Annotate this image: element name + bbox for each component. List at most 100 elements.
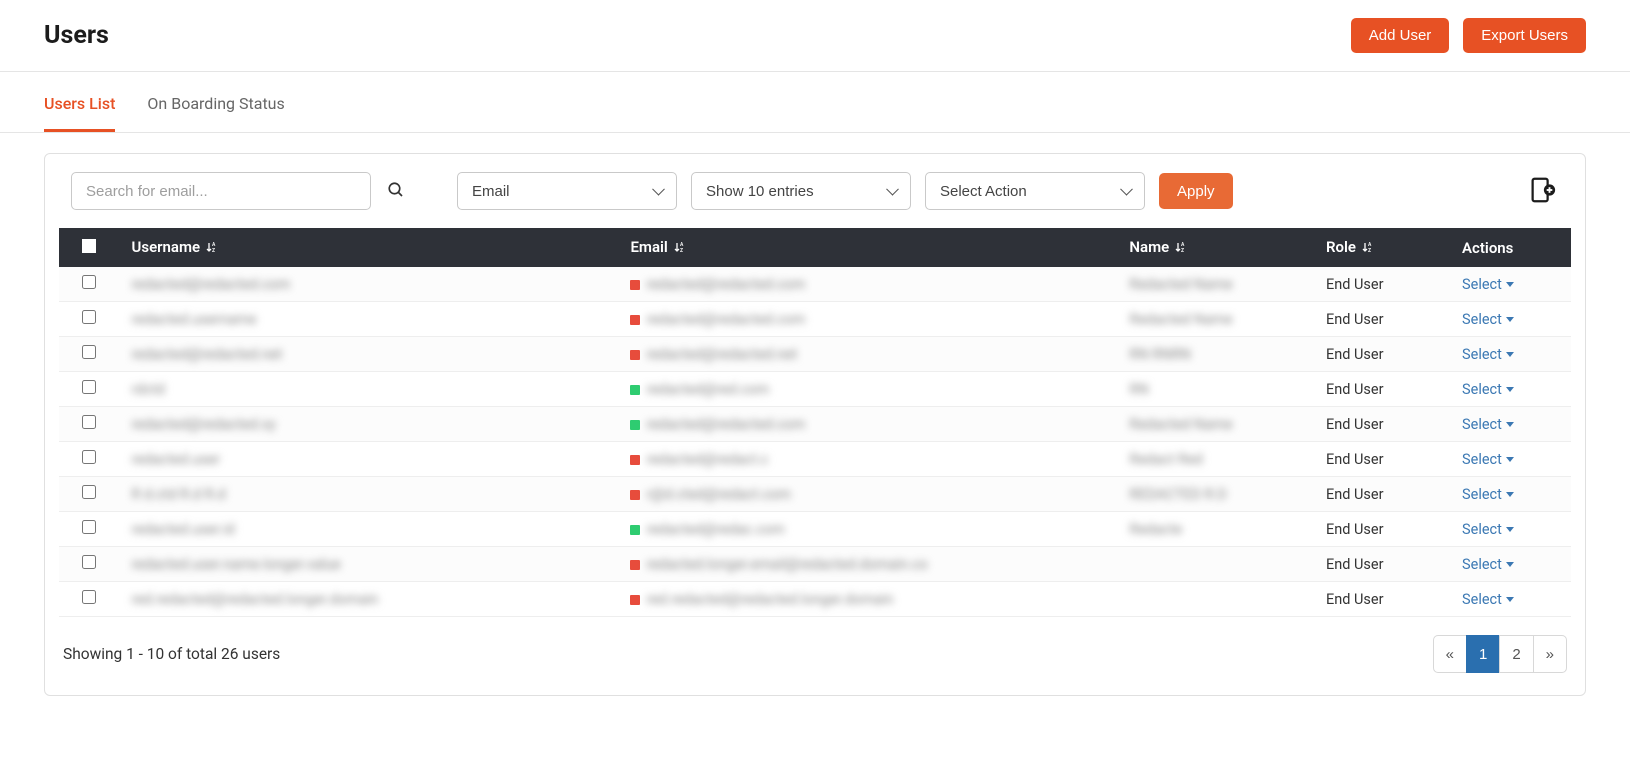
row-checkbox[interactable]	[82, 380, 96, 394]
status-dot	[630, 385, 640, 395]
caret-down-icon	[1506, 492, 1514, 497]
row-action-select[interactable]: Select	[1462, 591, 1514, 608]
th-username-label: Username	[132, 238, 201, 256]
add-quick-button[interactable]	[1525, 173, 1559, 210]
cell-username: rdctd	[132, 381, 165, 398]
cell-role: End User	[1326, 276, 1384, 293]
status-dot	[630, 420, 640, 430]
cell-username: red.redacted@redacted.longer.domain	[132, 591, 379, 608]
status-dot	[630, 455, 640, 465]
row-checkbox[interactable]	[82, 345, 96, 359]
th-email[interactable]: Email AZ	[618, 228, 1117, 267]
cell-name: Redact Red	[1129, 451, 1202, 468]
sort-icon: AZ	[1362, 239, 1374, 257]
cell-role: End User	[1326, 591, 1384, 608]
cell-username: redacted.user	[132, 451, 221, 468]
add-device-icon	[1527, 175, 1557, 205]
tab-onboarding-status[interactable]: On Boarding Status	[147, 78, 284, 132]
cell-role: End User	[1326, 346, 1384, 363]
row-action-select[interactable]: Select	[1462, 311, 1514, 328]
cell-username: R d.ctd R.d R.d	[132, 486, 226, 503]
status-dot	[630, 595, 640, 605]
th-username[interactable]: Username AZ	[120, 228, 619, 267]
cell-name: RN RNRN	[1129, 346, 1190, 363]
page-2[interactable]: 2	[1499, 635, 1533, 673]
entries-select[interactable]: Show 10 entries	[691, 172, 911, 210]
cell-username: redacted.username	[132, 311, 257, 328]
svg-text:Z: Z	[680, 248, 683, 253]
status-dot	[630, 315, 640, 325]
add-user-button[interactable]: Add User	[1351, 18, 1450, 53]
pagination: « 1 2 »	[1434, 635, 1567, 673]
page-next[interactable]: »	[1533, 635, 1567, 673]
row-action-select[interactable]: Select	[1462, 381, 1514, 398]
cell-username: redacted.user.name.longer.value	[132, 556, 341, 573]
row-checkbox[interactable]	[82, 310, 96, 324]
row-action-select[interactable]: Select	[1462, 416, 1514, 433]
cell-role: End User	[1326, 451, 1384, 468]
th-actions: Actions	[1450, 228, 1571, 267]
cell-name: RN	[1129, 381, 1148, 398]
row-checkbox[interactable]	[82, 485, 96, 499]
table-row: redacted.usernameredacted@redacted.comRe…	[59, 302, 1571, 337]
cell-name: Redacted Name	[1129, 276, 1232, 293]
export-users-button[interactable]: Export Users	[1463, 18, 1586, 53]
action-select[interactable]: Select Action	[925, 172, 1145, 210]
sort-icon: AZ	[674, 239, 686, 257]
page-prev[interactable]: «	[1433, 635, 1467, 673]
status-dot	[630, 350, 640, 360]
row-checkbox[interactable]	[82, 590, 96, 604]
content-panel: Email Show 10 entries Select Action Appl…	[44, 153, 1586, 696]
th-checkbox	[59, 228, 120, 267]
row-checkbox[interactable]	[82, 555, 96, 569]
row-action-select[interactable]: Select	[1462, 276, 1514, 293]
row-action-select[interactable]: Select	[1462, 346, 1514, 363]
showing-text: Showing 1 - 10 of total 26 users	[63, 645, 280, 663]
tabs: Users List On Boarding Status	[0, 78, 1630, 133]
cell-email: red.redacted@redacted.longer.domain	[646, 591, 893, 608]
row-checkbox[interactable]	[82, 450, 96, 464]
svg-text:Z: Z	[1368, 248, 1371, 253]
page-header: Users Add User Export Users	[0, 0, 1630, 72]
row-action-select[interactable]: Select	[1462, 556, 1514, 573]
page-1[interactable]: 1	[1466, 635, 1500, 673]
status-dot	[630, 525, 640, 535]
row-action-select[interactable]: Select	[1462, 521, 1514, 538]
cell-email: r@d.cted@redact.com	[646, 486, 790, 503]
svg-text:Z: Z	[212, 248, 215, 253]
table-body: redacted@redacted.comredacted@redacted.c…	[59, 267, 1571, 617]
header-buttons: Add User Export Users	[1351, 18, 1586, 53]
cell-role: End User	[1326, 416, 1384, 433]
caret-down-icon	[1506, 352, 1514, 357]
th-name[interactable]: Name AZ	[1117, 228, 1314, 267]
row-checkbox[interactable]	[82, 520, 96, 534]
cell-email: redacted@redac.com	[646, 521, 784, 538]
th-role[interactable]: Role AZ	[1314, 228, 1450, 267]
select-all-checkbox[interactable]	[82, 239, 96, 253]
cell-name: Redacted Name	[1129, 311, 1232, 328]
search-button[interactable]	[383, 177, 409, 206]
status-dot	[630, 490, 640, 500]
email-filter-select[interactable]: Email	[457, 172, 677, 210]
cell-role: End User	[1326, 521, 1384, 538]
cell-username: redacted.user.id	[132, 521, 235, 538]
cell-email: redacted@redacted.net	[646, 346, 797, 363]
row-action-select[interactable]: Select	[1462, 486, 1514, 503]
sort-icon: AZ	[1175, 239, 1187, 257]
search-input[interactable]	[71, 172, 371, 210]
row-checkbox[interactable]	[82, 275, 96, 289]
cell-name: REDACTED R.D	[1129, 486, 1226, 503]
apply-button[interactable]: Apply	[1159, 173, 1233, 209]
tab-users-list[interactable]: Users List	[44, 78, 115, 132]
row-action-select[interactable]: Select	[1462, 451, 1514, 468]
cell-email: redacted@redacted.com	[646, 416, 805, 433]
table-row: redacted.userredacted@redact.cRedact Red…	[59, 442, 1571, 477]
cell-email: redacted.longer.email@redacted.domain.co	[646, 556, 927, 573]
status-dot	[630, 280, 640, 290]
status-dot	[630, 560, 640, 570]
search-wrap	[71, 172, 409, 210]
table-row: redacted@redacted.netredacted@redacted.n…	[59, 337, 1571, 372]
svg-text:Z: Z	[1181, 248, 1184, 253]
cell-name: Redacte	[1129, 521, 1182, 538]
row-checkbox[interactable]	[82, 415, 96, 429]
